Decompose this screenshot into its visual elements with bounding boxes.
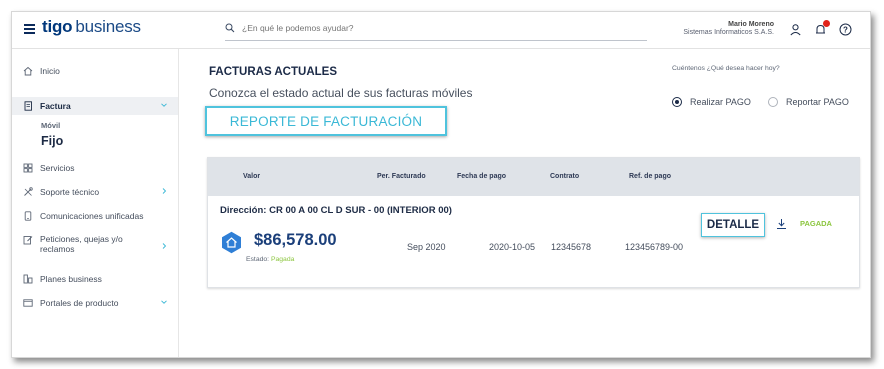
menu-icon[interactable] [24,24,35,34]
column-header-periodo: Per. Facturado [377,173,426,180]
notification-bell[interactable] [814,20,830,36]
column-header-contrato: Contrato [550,173,580,180]
sidebar-item-label: Servicios [40,163,75,173]
app-window: tigobusiness Mario Moreno Sistemas Infor… [11,11,871,358]
detail-button[interactable]: DETALLE [701,213,765,237]
phone-icon [24,211,32,221]
report-billing-button[interactable]: REPORTE DE FACTURACIÓN [205,106,447,136]
complaint-icon [23,236,33,245]
table-header: Valor Per. Facturado Fecha de pago Contr… [208,158,859,196]
chevron-down-icon [161,103,167,107]
column-header-valor: Valor [243,173,261,180]
tools-icon [24,187,33,196]
invoice-icon [24,101,32,111]
invoice-table: Valor Per. Facturado Fecha de pago Contr… [207,157,860,288]
sidebar-item-factura[interactable]: Factura [12,97,178,115]
sidebar-item-soporte[interactable]: Soporte técnico [12,183,178,201]
user-info: Mario Moreno Sistemas Informaticos S.A.S… [683,21,774,37]
invoice-amount: $86,578.00 [254,231,337,249]
grid-icon [23,163,33,173]
column-header-ref-pago: Ref. de pago [629,173,672,180]
logo[interactable]: tigo business [42,17,141,37]
logo-tigo: tigo [42,17,73,36]
top-bar: tigobusiness Mario Moreno Sistemas Infor… [12,12,870,49]
invoice-payment-date: 2020-10-05 [489,242,536,252]
sidebar-item-label: Peticiones, quejas y/o reclamos [40,234,123,254]
portal-icon [23,299,33,307]
sidebar-item-comunicaciones[interactable]: Comunicaciones unificadas [12,207,178,225]
sidebar: Inicio Factura Móvil Fijo Servicios Sopo… [12,49,179,357]
top-icons: ? [789,20,852,36]
search-icon[interactable] [225,23,235,33]
status-value: Pagada [270,256,295,263]
search-bar [225,20,647,41]
help-icon[interactable]: ? [839,23,852,36]
sidebar-subitem-fijo[interactable]: Fijo [41,134,63,148]
chevron-right-icon [162,243,167,249]
radio-realizar-pago[interactable]: Realizar PAGO [672,97,751,107]
user-name: Mario Moreno [728,21,774,28]
house-icon [222,231,241,254]
page-title: FACTURAS ACTUALES [209,66,337,78]
sidebar-item-inicio[interactable]: Inicio [12,62,178,80]
chevron-down-icon [161,300,167,304]
logo-business: business [75,17,141,36]
sidebar-item-label: Inicio [40,66,60,76]
invoice-payment-ref: 123456789-00 [625,242,684,252]
status-label: Estado: [246,256,270,263]
radio-label: Realizar PAGO [690,97,751,107]
sidebar-item-portales[interactable]: Portales de producto [12,294,178,312]
pay-question: Cuéntenos ¿Qué desea hacer hoy? [672,65,780,72]
user-company: Sistemas Informaticos S.A.S. [683,29,774,36]
invoice-address: Dirección: CR 00 A 00 CL D SUR - 00 (INT… [220,205,452,216]
invoice-period: Sep 2020 [407,242,446,252]
radio-label: Reportar PAGO [786,97,849,107]
page-subtitle: Conozca el estado actual de sus facturas… [209,86,473,100]
column-header-fecha-pago: Fecha de pago [457,173,507,180]
radio-selected-icon [672,97,682,107]
invoice-contract: 12345678 [551,242,592,252]
status-badge: PAGADA [800,219,832,228]
sidebar-subitem-movil[interactable]: Móvil [41,121,60,130]
invoice-status: Estado: Pagada [246,256,294,263]
chevron-right-icon [162,188,167,194]
search-input[interactable] [240,22,644,34]
main-content: FACTURAS ACTUALES Conozca el estado actu… [179,49,870,357]
sidebar-item-peticiones[interactable]: Peticiones, quejas y/o reclamos [12,232,178,262]
sidebar-item-planes[interactable]: Planes business [12,270,178,288]
svg-text:?: ? [843,25,848,34]
sidebar-item-label: Soporte técnico [40,187,100,197]
sidebar-item-label: Planes business [40,274,102,284]
home-icon [23,66,33,76]
download-icon[interactable] [776,218,787,230]
sidebar-item-label: Portales de producto [40,298,119,308]
sidebar-item-label: Comunicaciones unificadas [40,211,144,221]
sidebar-item-servicios[interactable]: Servicios [12,159,178,177]
radio-unselected-icon [768,97,778,107]
plans-icon [23,274,33,284]
sidebar-item-label: Factura [40,101,71,111]
radio-reportar-pago[interactable]: Reportar PAGO [768,97,849,107]
notification-badge [823,20,830,27]
user-icon[interactable] [789,23,802,36]
